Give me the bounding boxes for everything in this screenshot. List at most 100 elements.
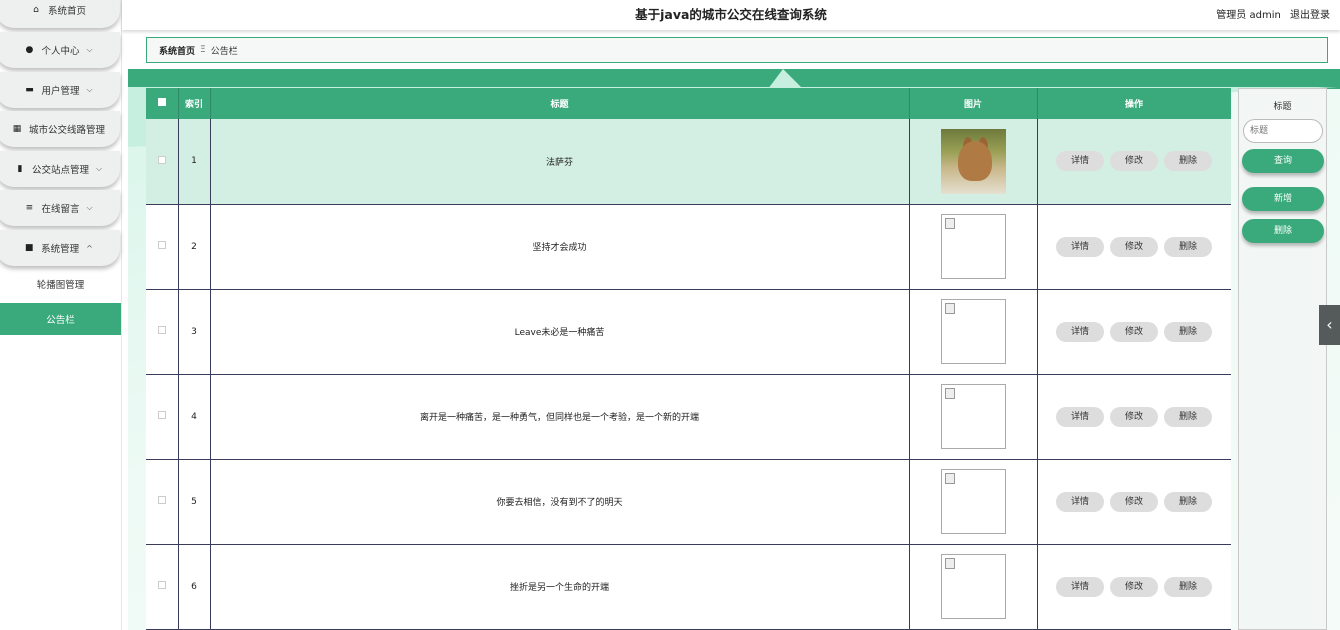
sidebar-item-label: 城市公交线路管理 xyxy=(28,125,105,136)
chevron-down-icon: ⌵ xyxy=(95,164,103,173)
row-title: 坚持才会成功 xyxy=(210,204,910,290)
edit-button[interactable]: 修改 xyxy=(1110,236,1158,257)
broken-image xyxy=(940,554,1006,619)
sidebar: ⌂ 系统首页 ● 个人中心 ⌵ ▬ 用户管理 ⌵ ▦ 城市公交线路管理 ▮ 公交… xyxy=(0,0,122,630)
broken-image xyxy=(940,469,1006,534)
table-row[interactable]: 2 坚持才会成功 详情 修改 删除 xyxy=(146,204,1231,290)
site-title: 基于java的城市公交在线查询系统 xyxy=(635,7,827,22)
background-triangle xyxy=(768,69,803,89)
row-actions: 详情 修改 删除 xyxy=(1037,544,1231,630)
sidebar-item-users[interactable]: ▬ 用户管理 ⌵ xyxy=(0,72,120,108)
add-button[interactable]: 新增 xyxy=(1242,187,1324,211)
chevron-up-icon: ^ xyxy=(86,243,93,253)
detail-button[interactable]: 详情 xyxy=(1056,576,1104,597)
row-index: 2 xyxy=(178,204,211,290)
edit-button[interactable]: 修改 xyxy=(1110,576,1158,597)
batch-delete-button[interactable]: 删除 xyxy=(1242,219,1324,243)
notice-table: 索引 标题 图片 操作 1 法萨芬 详情 修改 删除 2 坚持才会成功 详情 修… xyxy=(146,88,1231,630)
sidebar-item-bus-lines[interactable]: ▦ 城市公交线路管理 xyxy=(0,111,120,147)
delete-button[interactable]: 删除 xyxy=(1164,236,1212,257)
row-title: 你要去相信，没有到不了的明天 xyxy=(210,459,910,545)
sidebar-item-personal[interactable]: ● 个人中心 ⌵ xyxy=(0,32,120,68)
row-index: 4 xyxy=(178,374,211,460)
row-checkbox[interactable] xyxy=(157,326,166,334)
detail-button[interactable]: 详情 xyxy=(1056,491,1104,512)
breadcrumb-separator: Ξ xyxy=(200,45,206,55)
row-actions: 详情 修改 删除 xyxy=(1037,289,1231,375)
row-index: 3 xyxy=(178,289,211,375)
row-image-cell xyxy=(909,544,1038,630)
broken-image xyxy=(940,214,1006,279)
sidebar-item-messages[interactable]: ≡ 在线留言 ⌵ xyxy=(0,190,120,226)
row-index: 6 xyxy=(178,544,211,630)
detail-button[interactable]: 详情 xyxy=(1056,406,1104,427)
sidebar-subitem-notice[interactable]: 公告栏 xyxy=(0,303,121,335)
table-row[interactable]: 1 法萨芬 详情 修改 删除 xyxy=(146,119,1231,205)
chevron-down-icon: ⌵ xyxy=(86,85,93,94)
delete-button[interactable]: 删除 xyxy=(1164,491,1212,512)
delete-button[interactable]: 删除 xyxy=(1164,151,1212,172)
sidebar-item-home[interactable]: ⌂ 系统首页 xyxy=(0,0,120,28)
row-image-cell xyxy=(909,119,1038,205)
row-title: 法萨芬 xyxy=(210,119,910,205)
broken-image-icon xyxy=(944,558,955,569)
delete-button[interactable]: 删除 xyxy=(1164,576,1212,597)
edit-button[interactable]: 修改 xyxy=(1110,491,1158,512)
breadcrumb-home[interactable]: 系统首页 xyxy=(159,44,195,57)
row-title: 挫折是另一个生命的开端 xyxy=(210,544,910,630)
broken-image xyxy=(940,299,1006,364)
sidebar-subitem-carousel[interactable]: 轮播图管理 xyxy=(0,268,121,300)
select-all-header xyxy=(146,88,179,119)
sidebar-item-label: 个人中心 xyxy=(41,46,80,57)
chevron-down-icon: ⌵ xyxy=(86,203,93,212)
user-area: 管理员 admin 退出登录 xyxy=(1210,6,1330,21)
sidebar-item-system[interactable]: ■ 系统管理 ^ xyxy=(0,230,120,266)
grid-icon: ▦ xyxy=(12,124,22,134)
search-panel: 标题 查询 新增 删除 xyxy=(1238,88,1327,630)
users-icon: ▬ xyxy=(25,85,34,95)
sidebar-item-bus-stops[interactable]: ▮ 公交站点管理 ⌵ xyxy=(0,151,120,187)
row-title: Leave未必是一种痛苦 xyxy=(210,289,910,375)
clipboard-icon: ▮ xyxy=(17,164,23,174)
detail-button[interactable]: 详情 xyxy=(1056,236,1104,257)
broken-image-icon xyxy=(944,218,955,229)
column-header-title: 标题 xyxy=(210,88,910,119)
edit-button[interactable]: 修改 xyxy=(1110,321,1158,342)
column-header-image: 图片 xyxy=(909,88,1038,119)
row-checkbox[interactable] xyxy=(157,411,166,419)
delete-button[interactable]: 删除 xyxy=(1164,406,1212,427)
table-row[interactable]: 3 Leave未必是一种痛苦 详情 修改 删除 xyxy=(146,289,1231,375)
row-checkbox[interactable] xyxy=(157,155,166,164)
column-header-index: 索引 xyxy=(178,88,211,119)
select-all-checkbox[interactable] xyxy=(157,98,166,106)
row-checkbox[interactable] xyxy=(157,241,166,249)
title-search-input[interactable] xyxy=(1243,119,1323,143)
row-checkbox[interactable] xyxy=(157,496,166,504)
detail-button[interactable]: 详情 xyxy=(1056,321,1104,342)
broken-image-icon xyxy=(944,473,955,484)
row-actions: 详情 修改 删除 xyxy=(1037,374,1231,460)
table-row[interactable]: 6 挫折是另一个生命的开端 详情 修改 删除 xyxy=(146,544,1231,630)
row-image-cell xyxy=(909,204,1038,290)
detail-button[interactable]: 详情 xyxy=(1056,151,1104,172)
logout-link[interactable]: 退出登录 xyxy=(1290,10,1330,21)
row-checkbox[interactable] xyxy=(157,581,166,589)
edit-button[interactable]: 修改 xyxy=(1110,151,1158,172)
delete-button[interactable]: 删除 xyxy=(1164,321,1212,342)
breadcrumb: 系统首页 Ξ 公告栏 xyxy=(146,37,1328,63)
collapse-panel-tab[interactable]: ‹ xyxy=(1319,305,1340,345)
top-header: 基于java的城市公交在线查询系统 管理员 admin 退出登录 xyxy=(122,0,1340,30)
row-image-cell xyxy=(909,374,1038,460)
edit-button[interactable]: 修改 xyxy=(1110,406,1158,427)
monitor-icon: ■ xyxy=(24,243,34,253)
query-button[interactable]: 查询 xyxy=(1242,149,1324,173)
table-row[interactable]: 5 你要去相信，没有到不了的明天 详情 修改 删除 xyxy=(146,459,1231,545)
row-select-cell xyxy=(146,289,179,375)
row-title: 离开是一种痛苦，是一种勇气，但同样也是一个考验，是一个新的开端 xyxy=(210,374,910,460)
user-icon: ● xyxy=(25,45,34,55)
sidebar-item-label: 系统管理 xyxy=(41,244,80,255)
table-row[interactable]: 4 离开是一种痛苦，是一种勇气，但同样也是一个考验，是一个新的开端 详情 修改 删除 xyxy=(146,374,1231,460)
row-select-cell xyxy=(146,204,179,290)
sidebar-item-label: 在线留言 xyxy=(41,204,80,215)
current-user: 管理员 admin xyxy=(1216,10,1281,21)
